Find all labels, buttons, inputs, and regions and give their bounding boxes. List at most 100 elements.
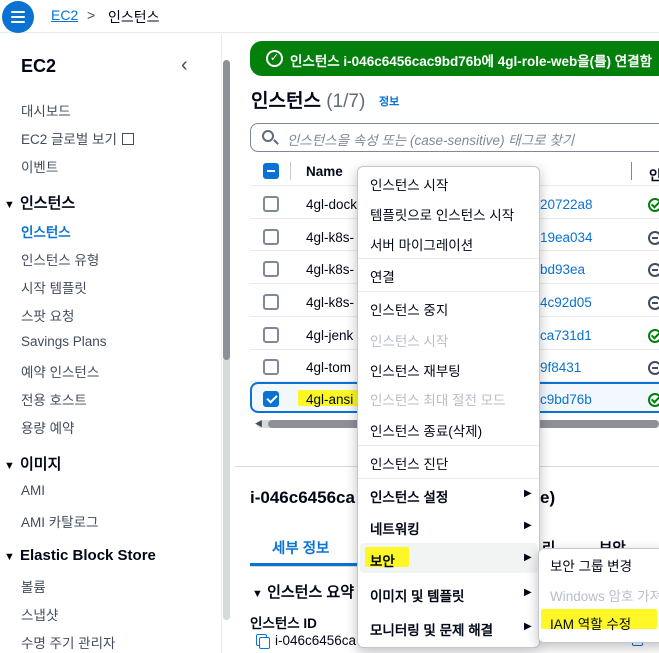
breadcrumb-current: 인스턴스 — [108, 9, 160, 25]
submenu-arrow-icon: ▶ — [524, 621, 532, 632]
sidebar-section-instances[interactable]: ▼ 인스턴스 — [4, 192, 75, 213]
page-title: 인스턴스 (1/7) — [251, 86, 365, 113]
menu-divider — [358, 258, 539, 259]
sidebar-item-volumes[interactable]: 볼륨 — [21, 576, 46, 596]
submenu-arrow-icon: ▶ — [524, 587, 532, 598]
row-checkbox[interactable] — [263, 327, 279, 343]
info-link[interactable]: 정보 — [379, 93, 399, 109]
menu-item-security[interactable]: 보안 — [370, 550, 395, 570]
scroll-left-icon[interactable]: ◀ — [255, 418, 262, 429]
sidebar-item-ami-catalog[interactable]: AMI 카탈로그 — [21, 511, 98, 531]
menu-item-launch-instance[interactable]: 인스턴스 시작 — [370, 174, 448, 194]
select-all-checkbox[interactable] — [263, 163, 279, 179]
menu-item-migrate-server[interactable]: 서버 마이그레이션 — [370, 234, 473, 254]
status-check-icon — [648, 329, 659, 343]
menu-item-modify-iam-role[interactable]: IAM 역할 수정 — [550, 613, 631, 633]
menu-divider — [358, 478, 539, 479]
table-cell-instance-id[interactable]: 19ea034 — [540, 230, 593, 245]
row-checkbox[interactable] — [263, 196, 279, 212]
table-cell-name: 4gl-k8s- — [306, 230, 355, 245]
sidebar-item-instances[interactable]: 인스턴스 — [21, 221, 71, 241]
sidebar-item-dashboard[interactable]: 대시보드 — [21, 100, 71, 120]
table-cell-name: 4gl-tom — [306, 360, 352, 375]
table-cell-instance-id[interactable]: 4c92d05 — [540, 295, 592, 310]
search-icon — [262, 130, 274, 142]
sidebar-item-ami[interactable]: AMI — [21, 483, 45, 498]
sidebar-item-lifecycle-manager[interactable]: 수명 주기 관리자 — [21, 632, 115, 652]
table-cell-instance-id[interactable]: 20722a8 — [540, 197, 593, 212]
caret-down-icon: ▼ — [4, 460, 15, 472]
sidebar-section-images[interactable]: ▼ 이미지 — [4, 453, 61, 474]
menu-item-connect[interactable]: 연결 — [370, 266, 395, 286]
menu-button[interactable] — [2, 1, 34, 33]
caret-down-icon: ▼ — [4, 551, 15, 563]
sidebar-collapse-icon[interactable]: ‹ — [181, 54, 188, 77]
sidebar-item-savings-plans[interactable]: Savings Plans — [21, 334, 107, 349]
sidebar-item-global-view[interactable]: EC2 글로벌 보기 — [21, 128, 134, 148]
column-divider — [290, 162, 291, 180]
sidebar-scroll-thumb[interactable] — [223, 60, 230, 360]
sidebar-item-instance-types[interactable]: 인스턴스 유형 — [21, 249, 99, 269]
menu-item-diagnose-instance[interactable]: 인스턴스 진단 — [370, 453, 448, 473]
menu-item-instance-settings[interactable]: 인스턴스 설정 — [370, 486, 448, 506]
status-stopped-icon — [648, 296, 659, 310]
sidebar-item-dedicated-hosts[interactable]: 전용 호스트 — [21, 389, 87, 409]
tab-details[interactable]: 세부 정보 — [272, 537, 329, 558]
row-checkbox[interactable] — [263, 229, 279, 245]
status-check-icon — [648, 393, 659, 407]
table-cell-instance-id[interactable]: bd93ea — [540, 262, 585, 277]
menu-item-change-security-groups[interactable]: 보안 그룹 변경 — [550, 555, 632, 575]
caret-down-icon: ▼ — [4, 199, 15, 211]
menu-item-launch-from-template[interactable]: 템플릿으로 인스턴스 시작 — [370, 204, 514, 224]
success-flashbar: 인스턴스 i-046c6456cac9bd76b에 4gl-role-web을(… — [250, 41, 659, 76]
status-stopped-icon — [648, 361, 659, 375]
external-link-icon — [121, 133, 134, 145]
table-cell-instance-id[interactable]: ca731d1 — [540, 328, 592, 343]
sidebar-item-reserved-instances[interactable]: 예약 인스턴스 — [21, 361, 99, 381]
details-instance-id-suffix: e) — [540, 488, 556, 507]
sidebar-item-capacity-reservations[interactable]: 용량 예약 — [21, 417, 74, 437]
column-header-name[interactable]: Name — [306, 164, 343, 179]
column-divider[interactable] — [631, 162, 632, 180]
page-title-text: 인스턴스 — [251, 91, 321, 112]
table-cell-instance-id[interactable]: c9bd76b — [540, 392, 592, 407]
details-instance-id: i-046c6456ca — [250, 488, 355, 507]
instance-summary-heading[interactable]: ▼ 인스턴스 요약 — [252, 581, 354, 602]
menu-item-monitor-troubleshoot[interactable]: 모니터링 및 문제 해결 — [370, 619, 493, 639]
menu-item-image-and-templates[interactable]: 이미지 및 템플릿 — [370, 585, 464, 605]
row-checkbox[interactable] — [263, 294, 279, 310]
sidebar-item-launch-templates[interactable]: 시작 템플릿 — [21, 277, 87, 297]
table-cell-name: 4gl-k8s- — [306, 295, 355, 310]
instance-id-label: 인스턴스 ID — [250, 616, 317, 631]
sidebar-item-events[interactable]: 이벤트 — [21, 156, 58, 176]
menu-item-terminate-instance[interactable]: 인스턴스 종료(삭제) — [370, 420, 482, 440]
table-cell-name: 4gl-k8s- — [306, 262, 355, 277]
menu-item-reboot-instance[interactable]: 인스턴스 재부팅 — [370, 360, 461, 380]
caret-down-icon: ▼ — [252, 588, 263, 600]
menu-item-networking[interactable]: 네트워킹 — [370, 518, 420, 538]
sidebar-section-ebs[interactable]: ▼ Elastic Block Store — [4, 547, 156, 564]
success-check-icon: ✓ — [266, 50, 283, 67]
copy-icon[interactable] — [256, 634, 270, 649]
menu-item-start-instance: 인스턴스 시작 — [370, 334, 449, 349]
sidebar-item-global-view-label: EC2 글로벌 보기 — [21, 132, 117, 147]
breadcrumb-ec2-link[interactable]: EC2 — [51, 7, 78, 23]
table-cell-name: 4gl-jenk — [306, 328, 354, 343]
menu-divider — [358, 445, 539, 446]
sidebar-item-spot-requests[interactable]: 스팟 요청 — [21, 305, 74, 325]
menu-item-stop-instance[interactable]: 인스턴스 중지 — [370, 299, 448, 319]
table-cell-instance-id[interactable]: 9f8431 — [540, 360, 581, 375]
search-placeholder: 인스턴스을 속성 또는 (case-sensitive) 태그로 찾기 — [287, 133, 575, 148]
row-checkbox[interactable] — [263, 359, 279, 375]
sidebar-item-snapshots[interactable]: 스냅샷 — [21, 604, 58, 624]
row-checkbox-checked[interactable] — [263, 391, 279, 407]
submenu-arrow-icon: ▶ — [524, 488, 532, 499]
top-bar: EC2 > 인스턴스 — [0, 0, 659, 33]
instance-id-value: i-046c6456ca — [275, 633, 357, 648]
table-cell-name: 4gl-dock — [306, 197, 358, 212]
breadcrumb-separator: > — [87, 7, 96, 23]
table-cell-name: 4gl-ansi — [306, 392, 354, 407]
row-checkbox[interactable] — [263, 261, 279, 277]
column-header-status[interactable]: 인 — [649, 164, 659, 184]
sidebar-section-label: 인스턴스 — [20, 195, 76, 212]
